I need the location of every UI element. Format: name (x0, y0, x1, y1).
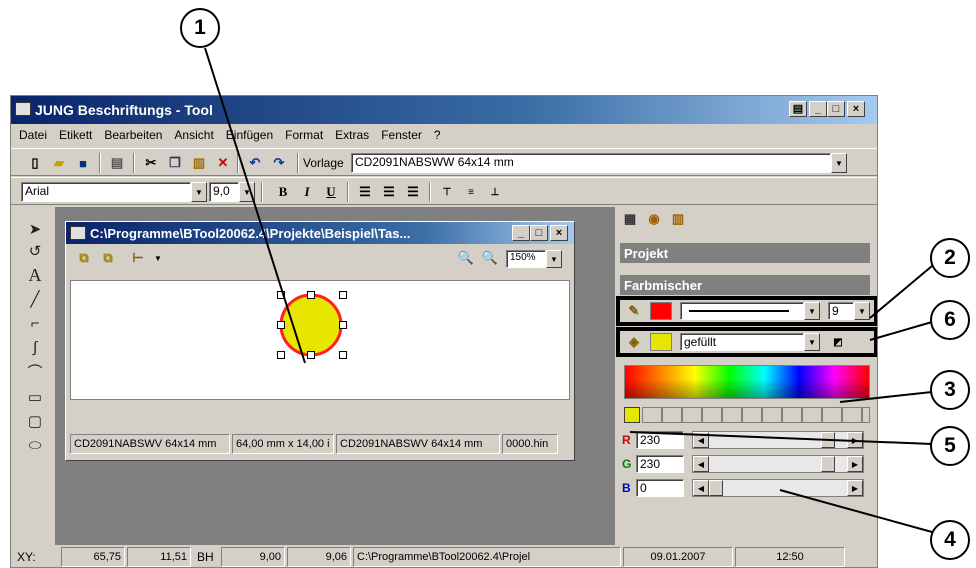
callout-6: 6 (930, 300, 970, 340)
callout-4: 4 (930, 520, 970, 560)
callout-3: 3 (930, 370, 970, 410)
callout-2: 2 (930, 238, 970, 278)
callout-1: 1 (180, 8, 220, 48)
callout-lines (204, 47, 933, 533)
callout-5: 5 (930, 426, 970, 466)
